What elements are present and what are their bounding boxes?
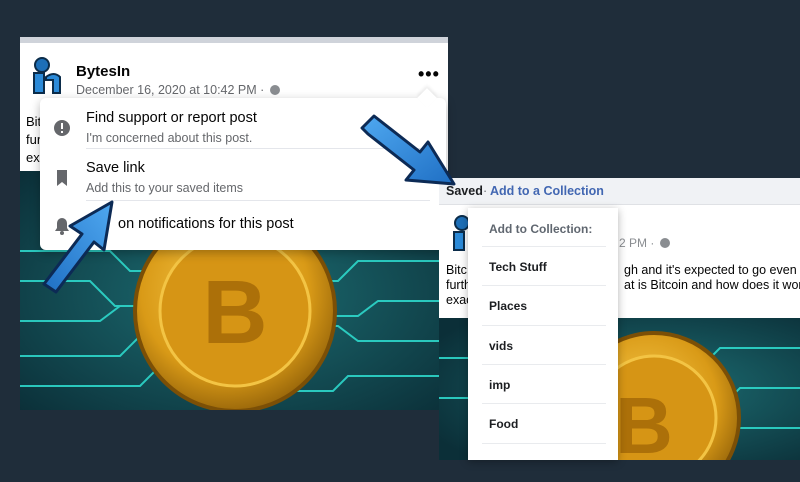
divider — [482, 443, 606, 444]
separator: · — [483, 184, 488, 198]
collection-item[interactable]: Places — [489, 299, 527, 313]
add-to-collection-link[interactable]: Add to a Collection — [490, 184, 604, 198]
divider — [482, 285, 606, 286]
menu-item-title: on notifications for this post — [118, 216, 294, 232]
collection-menu-header: Add to Collection: — [489, 222, 593, 236]
globe-icon — [659, 238, 670, 248]
arrow-icon — [360, 114, 456, 186]
bookmark-icon — [57, 170, 67, 186]
post-timestamp[interactable]: December 16, 2020 at 10:42 PM · — [76, 83, 280, 97]
collection-item[interactable]: Food — [489, 417, 518, 431]
post-timestamp[interactable]: 2 PM · — [619, 236, 670, 250]
post-text-line: at is Bitcoin and how does it work — [624, 278, 800, 292]
menu-item-subtitle: I'm concerned about this post. — [86, 131, 253, 145]
divider — [482, 246, 606, 247]
post-text-line: gh and it's expected to go even — [624, 263, 797, 277]
divider — [482, 325, 606, 326]
arrow-icon — [42, 200, 114, 294]
collection-item[interactable]: Tech Stuff — [489, 260, 547, 274]
more-options-button[interactable]: ••• — [418, 65, 440, 83]
collection-item[interactable]: vids — [489, 339, 513, 353]
divider — [482, 364, 606, 365]
svg-text:B: B — [203, 263, 268, 363]
menu-item-subtitle: Add this to your saved items — [86, 181, 244, 195]
post-text-line: Bitc — [446, 263, 467, 277]
saved-bar: Saved · Add to a Collection — [439, 178, 800, 205]
author-name[interactable]: BytesIn — [76, 63, 130, 80]
post-date-text[interactable]: 2 PM · — [619, 236, 658, 250]
globe-icon — [269, 85, 280, 95]
collection-item[interactable]: imp — [489, 378, 510, 392]
divider — [86, 200, 430, 201]
exclamation-circle-icon — [54, 120, 70, 136]
divider — [482, 403, 606, 404]
add-to-collection-menu: Add to Collection: Tech Stuff Places vid… — [468, 208, 618, 460]
menu-item-title: Save link — [86, 160, 145, 176]
post-date-text[interactable]: December 16, 2020 at 10:42 PM · — [76, 83, 268, 97]
avatar[interactable] — [28, 55, 66, 95]
menu-item-title: Find support or report post — [86, 110, 257, 126]
svg-text:B: B — [615, 381, 673, 460]
